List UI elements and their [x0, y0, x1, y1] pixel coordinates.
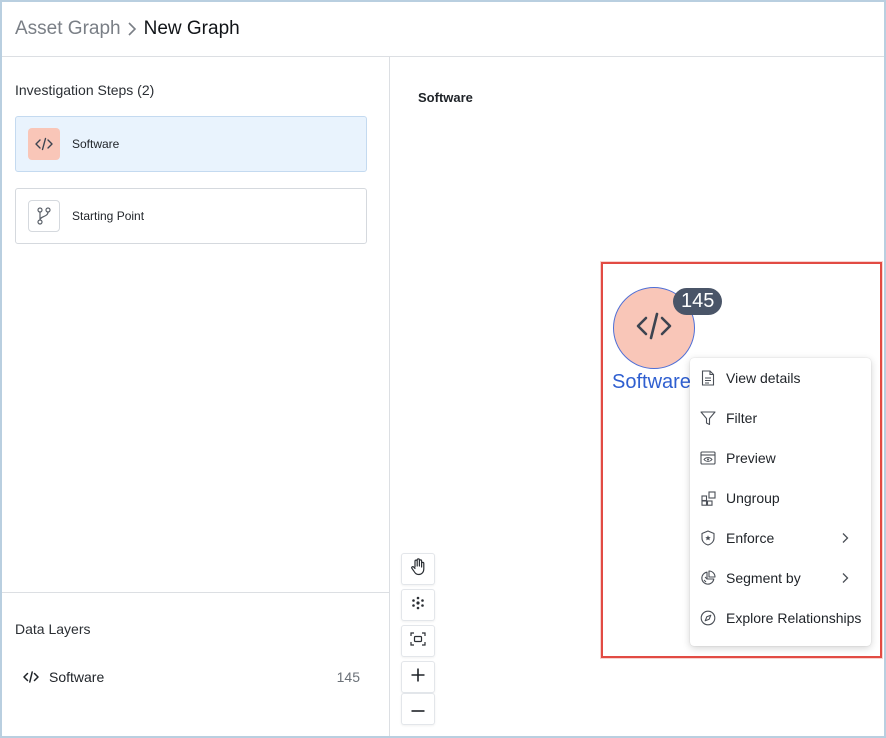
- zoom-out-button[interactable]: [401, 693, 435, 725]
- code-icon: [28, 128, 60, 160]
- menu-item-filter[interactable]: Filter: [690, 398, 871, 438]
- menu-item-label: Ungroup: [726, 490, 780, 506]
- chevron-right-icon: [127, 21, 137, 37]
- breadcrumb: Asset Graph New Graph: [2, 2, 884, 57]
- breadcrumb-root-link[interactable]: Asset Graph: [15, 18, 121, 40]
- step-label: Software: [72, 137, 120, 151]
- menu-item-label: Explore Relationships: [726, 610, 862, 626]
- document-icon: [699, 369, 717, 387]
- canvas-title: Software: [418, 90, 473, 105]
- code-icon: [636, 312, 672, 345]
- context-menu: View details Filter Preview Ungroup Enfo…: [690, 358, 871, 646]
- shield-icon: [699, 529, 717, 547]
- fit-screen-icon: [410, 631, 426, 651]
- menu-item-segment-by[interactable]: Segment by: [690, 558, 871, 598]
- menu-item-label: Enforce: [726, 530, 775, 546]
- data-layers-title: Data Layers: [15, 621, 91, 637]
- chevron-right-icon: [837, 530, 853, 546]
- zoom-in-button[interactable]: [401, 661, 435, 693]
- branch-icon: [28, 200, 60, 232]
- chevron-right-icon: [837, 570, 853, 586]
- menu-item-label: View details: [726, 370, 801, 386]
- snowflake-icon: [411, 596, 425, 615]
- pan-tool-button[interactable]: [401, 553, 435, 585]
- layout-tool-button[interactable]: [401, 589, 435, 621]
- step-software[interactable]: Software: [15, 116, 367, 172]
- menu-item-ungroup[interactable]: Ungroup: [690, 478, 871, 518]
- step-label: Starting Point: [72, 209, 145, 223]
- layer-count: 145: [336, 669, 360, 685]
- segment-icon: [699, 569, 717, 587]
- compass-icon: [699, 609, 717, 627]
- node-label[interactable]: Software: [612, 371, 691, 394]
- layer-label: Software: [49, 669, 105, 685]
- left-panel: Investigation Steps (2) Software Startin…: [2, 57, 390, 736]
- divider: [2, 592, 389, 593]
- node-count-badge: 145: [673, 288, 723, 315]
- filter-icon: [699, 409, 717, 427]
- preview-icon: [699, 449, 717, 467]
- menu-item-preview[interactable]: Preview: [690, 438, 871, 478]
- menu-item-label: Segment by: [726, 570, 801, 586]
- menu-item-view-details[interactable]: View details: [690, 358, 871, 398]
- menu-item-label: Preview: [726, 450, 776, 466]
- layer-software[interactable]: Software 145: [15, 663, 360, 691]
- fit-screen-button[interactable]: [401, 625, 435, 657]
- menu-item-enforce[interactable]: Enforce: [690, 518, 871, 558]
- step-starting-point[interactable]: Starting Point: [15, 188, 367, 244]
- menu-item-explore-relationships[interactable]: Explore Relationships: [690, 598, 871, 638]
- zoom-out-icon: [411, 700, 425, 718]
- hand-icon: [410, 557, 426, 581]
- menu-item-label: Filter: [726, 410, 758, 426]
- ungroup-icon: [699, 489, 717, 507]
- page-title: New Graph: [143, 18, 240, 39]
- code-icon: [15, 671, 41, 683]
- zoom-in-icon: [411, 668, 425, 687]
- investigation-steps-title: Investigation Steps (2): [15, 82, 155, 98]
